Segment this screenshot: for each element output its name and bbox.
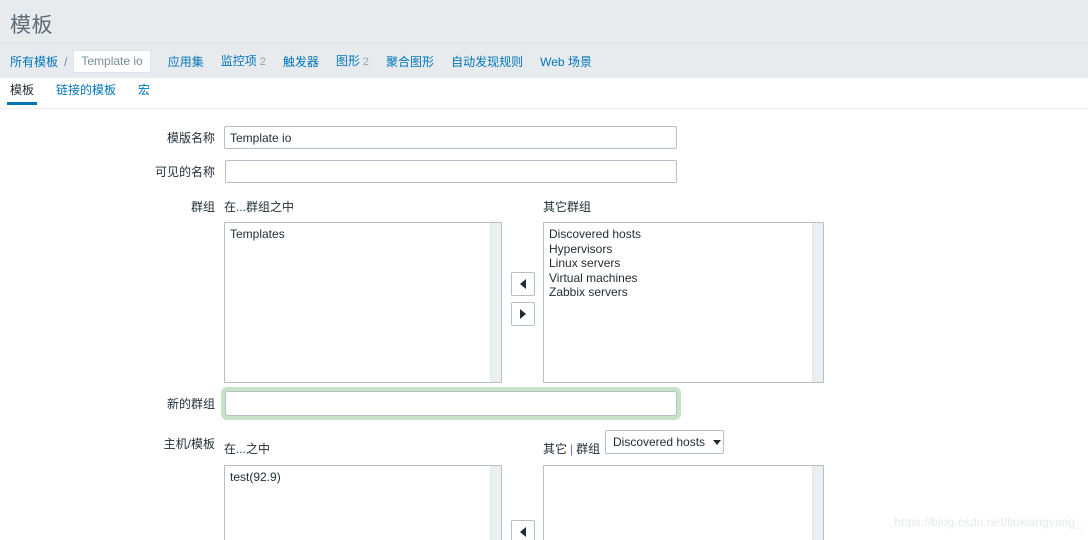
breadcrumb-separator: / [64,54,68,69]
other-host-templates-items [544,466,811,540]
other-host-templates-scrollbar[interactable] [812,466,823,540]
in-groups-listbox[interactable]: Templates [224,222,502,383]
other-groups-items: Discovered hosts Hypervisors Linux serve… [544,223,811,382]
triangle-right-icon [520,309,526,319]
in-host-templates-caption: 在...之中 [224,442,271,456]
nav-item-label: 聚合图形 [386,54,435,69]
template-form: 模版名称 可见的名称 群组 在...群组之中 其它群组 Templates Di… [0,109,1088,540]
nav-item-applications[interactable]: 应用集 [168,56,204,68]
app-root: 模板 所有模板 / Template io 应用集 监控项 2 触发器 图形 2 聚… [0,0,1088,540]
nav-item-label: 触发器 [282,54,319,69]
watermark-text: https://blog.csdn.net/liuxiangyang_ [894,515,1082,529]
nav-item-count: 2 [259,56,266,68]
nav-item-count: 2 [362,56,370,68]
nav-item-screens[interactable]: 聚合图形 [386,56,434,68]
host-templates-label: 主机/模板 [163,437,215,451]
in-host-templates-scrollbar[interactable] [490,466,501,540]
nav-item-graphs[interactable]: 图形 2 [336,55,369,68]
nav-item-label: Web 场景 [540,54,592,69]
nav-item-web-scenarios[interactable]: Web 场景 [540,56,592,68]
host-group-select-value: Discovered hosts [613,435,706,449]
other-groups-scrollbar[interactable] [812,223,823,382]
tab-linked-templates[interactable]: 链接的模板 [56,84,116,105]
tab-macros[interactable]: 宏 [138,84,150,105]
breadcrumb-all-templates[interactable]: 所有模板 [10,56,58,68]
in-host-templates-listbox[interactable]: test(92.9) [224,465,502,540]
move-to-in-groups-button[interactable] [511,272,535,296]
caret-down-icon [713,439,722,445]
list-item[interactable]: Linux servers [549,256,811,271]
visible-name-input[interactable] [225,160,677,183]
nav-item-label: 应用集 [167,54,204,69]
new-group-input[interactable] [226,392,676,415]
triangle-left-icon [520,527,526,537]
page-title: 模板 [10,14,53,37]
nav-item-label: 自动发现规则 [451,54,524,69]
list-item[interactable]: Discovered hosts [549,227,811,242]
in-groups-caption: 在...群组之中 [224,200,295,214]
other-groups-listbox[interactable]: Discovered hosts Hypervisors Linux serve… [543,222,824,383]
breadcrumb-current-template: Template io [73,50,151,73]
nav-item-discovery-rules[interactable]: 自动发现规则 [451,56,523,68]
other-label-separator: | [570,442,574,456]
other-host-templates-listbox[interactable] [543,465,824,540]
triangle-left-icon [520,279,526,289]
other-host-group-caption: 其它 | 群组 [543,442,600,456]
template-name-label: 模版名称 [166,131,215,145]
template-name-input[interactable] [224,126,677,149]
groups-label: 群组 [190,200,215,214]
move-to-other-groups-button[interactable] [511,302,535,326]
visible-name-label: 可见的名称 [154,165,215,179]
new-group-label: 新的群组 [166,397,215,411]
nav-item-items[interactable]: 监控项 2 [221,55,266,68]
list-item[interactable]: Virtual machines [549,271,811,286]
in-host-templates-items: test(92.9) [225,466,489,540]
nav-item-label: 图形 [335,54,360,68]
page-header: 模板 [0,0,1088,43]
nav-item-label: 监控项 [220,54,257,68]
list-item[interactable]: Templates [230,227,489,242]
navigation-items: 所有模板 / Template io 应用集 监控项 2 触发器 图形 2 聚合图形… [10,44,609,79]
list-item[interactable]: Hypervisors [549,242,811,257]
move-to-in-host-templates-button[interactable] [511,520,535,540]
other-groups-caption: 其它群组 [543,200,592,214]
in-groups-items: Templates [225,223,489,382]
host-group-select[interactable]: Discovered hosts [605,430,724,454]
list-item[interactable]: Zabbix servers [549,285,811,300]
nav-item-triggers[interactable]: 触发器 [283,56,319,68]
navigation-bar: 所有模板 / Template io 应用集 监控项 2 触发器 图形 2 聚合图形… [0,43,1088,78]
subtab-items: 模板 链接的模板 宏 [6,78,172,109]
subtab-bar: 模板 链接的模板 宏 [0,78,1088,109]
in-groups-scrollbar[interactable] [490,223,501,382]
other-label-prefix: 其它 [543,442,568,456]
tab-template[interactable]: 模板 [6,84,38,105]
other-label-suffix: 群组 [576,442,601,456]
list-item[interactable]: test(92.9) [230,470,489,485]
